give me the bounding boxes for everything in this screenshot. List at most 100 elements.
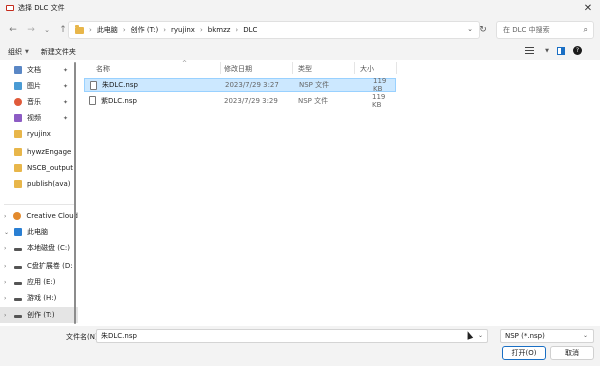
sidebar-item-label: 音乐 bbox=[27, 98, 41, 106]
sidebar-item-label: Creative Cloud bbox=[26, 212, 78, 220]
chevron-right-icon[interactable]: › bbox=[235, 26, 238, 34]
sort-ascending-icon: ^ bbox=[182, 60, 188, 67]
drive-icon bbox=[14, 281, 22, 285]
column-header-date[interactable]: 修改日期 bbox=[224, 62, 252, 76]
chevron-down-icon: ▼ bbox=[25, 49, 29, 55]
chevron-right-icon[interactable]: › bbox=[4, 295, 12, 302]
column-header-name[interactable]: 名称 bbox=[96, 62, 110, 76]
chevron-right-icon[interactable]: › bbox=[4, 213, 11, 220]
sidebar-item-nscb-output[interactable]: NSCB_output bbox=[0, 160, 78, 176]
sidebar-item-this-pc[interactable]: ⌄ 此电脑 bbox=[0, 224, 78, 240]
document-icon bbox=[14, 66, 22, 74]
column-divider[interactable] bbox=[354, 62, 355, 74]
pin-icon: ✦ bbox=[62, 82, 68, 90]
file-row[interactable]: 紫DLC.nsp 2023/7/29 3:29 NSP 文件 119 KB bbox=[84, 93, 396, 109]
filename-label: 文件名(N): bbox=[66, 333, 101, 341]
file-icon bbox=[89, 96, 96, 105]
videos-icon bbox=[14, 114, 22, 122]
address-history-chevron-icon[interactable]: ⌄ bbox=[467, 25, 473, 33]
pin-icon: ✦ bbox=[62, 114, 68, 122]
navigation-bar: ← → ⌄ ↑ › 此电脑 › 创作 (T:) › ryujinx › bkmz… bbox=[0, 16, 600, 44]
chevron-right-icon[interactable]: › bbox=[123, 26, 126, 34]
sidebar-item-label: publish(ava) bbox=[27, 180, 71, 188]
preview-pane-icon[interactable] bbox=[557, 46, 565, 55]
file-type: NSP 文件 bbox=[299, 81, 330, 89]
sidebar-item-label: 创作 (T:) bbox=[27, 311, 55, 319]
command-toolbar: 组织 ▼ 新建文件夹 ▼ ? bbox=[0, 44, 600, 60]
column-divider[interactable] bbox=[220, 62, 221, 74]
chevron-down-icon[interactable]: ⌄ bbox=[4, 229, 12, 236]
view-options-icon[interactable] bbox=[525, 47, 535, 54]
chevron-down-icon[interactable]: ▼ bbox=[545, 48, 549, 54]
sidebar-item-publish-ava[interactable]: publish(ava) bbox=[0, 176, 78, 192]
chevron-right-icon[interactable]: › bbox=[4, 279, 12, 286]
forward-arrow-icon[interactable]: → bbox=[24, 23, 38, 37]
refresh-icon[interactable]: ↻ bbox=[476, 23, 490, 37]
breadcrumb-item[interactable]: DLC bbox=[243, 26, 257, 34]
search-input[interactable]: 在 DLC 中搜索 ⌕ bbox=[496, 21, 594, 39]
sidebar-item-drive-t[interactable]: › 创作 (T:) bbox=[0, 307, 78, 323]
dialog-footer: 文件名(N): 朱DLC.nsp ⌄ NSP (*.nsp) ⌄ 打开(O) 取… bbox=[0, 326, 600, 366]
sidebar-item-ryujinx[interactable]: ryujinx bbox=[0, 126, 78, 142]
cancel-button[interactable]: 取消 bbox=[550, 346, 594, 360]
drive-icon bbox=[14, 265, 22, 269]
filename-value: 朱DLC.nsp bbox=[101, 332, 137, 340]
folder-icon bbox=[14, 180, 22, 188]
sidebar-item-label: 视频 bbox=[27, 114, 41, 122]
column-header-type[interactable]: 类型 bbox=[298, 62, 312, 76]
chevron-right-icon[interactable]: › bbox=[4, 245, 12, 252]
sidebar-item-creative-cloud[interactable]: › Creative Cloud bbox=[0, 208, 78, 224]
sidebar-item-label: 此电脑 bbox=[27, 228, 48, 236]
breadcrumb-item[interactable]: ryujinx bbox=[171, 26, 195, 34]
sidebar-item-documents[interactable]: 文档 ✦ bbox=[0, 62, 78, 78]
filename-input[interactable]: 朱DLC.nsp ⌄ bbox=[96, 329, 488, 343]
chevron-right-icon[interactable]: › bbox=[4, 263, 12, 270]
breadcrumb-item[interactable]: 创作 (T:) bbox=[131, 25, 159, 35]
organize-label: 组织 bbox=[8, 48, 22, 56]
recent-locations-chevron-icon[interactable]: ⌄ bbox=[40, 23, 54, 37]
breadcrumb-item[interactable]: bkmzz bbox=[208, 26, 231, 34]
chevron-right-icon[interactable]: › bbox=[89, 26, 92, 34]
sidebar-item-drive-e[interactable]: › 应用 (E:) bbox=[0, 274, 78, 290]
sidebar-item-drive-d[interactable]: › C盘扩展卷 (D: bbox=[0, 258, 78, 274]
address-bar[interactable]: › 此电脑 › 创作 (T:) › ryujinx › bkmzz › DLC … bbox=[68, 21, 480, 39]
chevron-down-icon[interactable]: ⌄ bbox=[478, 332, 483, 339]
sidebar-item-drive-h[interactable]: › 游戏 (H:) bbox=[0, 290, 78, 306]
open-button[interactable]: 打开(O) bbox=[502, 346, 546, 360]
sidebar-item-hywzengage[interactable]: hywzEngage bbox=[0, 144, 78, 160]
organize-button[interactable]: 组织 ▼ bbox=[8, 47, 29, 57]
drive-icon bbox=[14, 314, 22, 318]
creative-cloud-icon bbox=[13, 212, 22, 220]
close-icon[interactable]: ✕ bbox=[580, 1, 596, 15]
sidebar-item-label: 本地磁盘 (C:) bbox=[27, 244, 70, 252]
help-icon[interactable]: ? bbox=[573, 46, 582, 55]
new-folder-button[interactable]: 新建文件夹 bbox=[41, 47, 76, 57]
file-name: 朱DLC.nsp bbox=[102, 81, 138, 89]
pictures-icon bbox=[14, 82, 22, 90]
this-pc-icon bbox=[14, 228, 22, 236]
sidebar-item-drive-c[interactable]: › 本地磁盘 (C:) bbox=[0, 240, 78, 256]
music-icon bbox=[14, 98, 22, 106]
file-row[interactable]: 朱DLC.nsp 2023/7/29 3:27 NSP 文件 119 KB bbox=[84, 77, 396, 93]
column-divider[interactable] bbox=[292, 62, 293, 74]
sidebar-item-label: ryujinx bbox=[27, 130, 51, 138]
back-arrow-icon[interactable]: ← bbox=[6, 23, 20, 37]
chevron-right-icon[interactable]: › bbox=[200, 26, 203, 34]
sidebar-item-label: hywzEngage bbox=[27, 148, 72, 156]
sidebar-divider bbox=[4, 204, 74, 205]
file-list: ^ 名称 修改日期 类型 大小 朱DLC.nsp 2023/7/29 3:27 … bbox=[78, 60, 600, 326]
file-size: 119 KB bbox=[373, 77, 387, 93]
file-type-select[interactable]: NSP (*.nsp) ⌄ bbox=[500, 329, 594, 343]
chevron-right-icon[interactable]: › bbox=[4, 312, 12, 319]
sidebar-item-pictures[interactable]: 图片 ✦ bbox=[0, 78, 78, 94]
chevron-right-icon[interactable]: › bbox=[163, 26, 166, 34]
folder-icon bbox=[75, 24, 84, 34]
file-size: 119 KB bbox=[372, 93, 386, 109]
sidebar-item-videos[interactable]: 视频 ✦ bbox=[0, 110, 78, 126]
breadcrumb-item[interactable]: 此电脑 bbox=[97, 25, 118, 35]
sidebar-scrollbar[interactable] bbox=[74, 62, 76, 324]
column-divider[interactable] bbox=[396, 62, 397, 74]
sidebar-item-music[interactable]: 音乐 ✦ bbox=[0, 94, 78, 110]
search-placeholder: 在 DLC 中搜索 bbox=[503, 26, 550, 34]
column-header-size[interactable]: 大小 bbox=[360, 62, 374, 76]
